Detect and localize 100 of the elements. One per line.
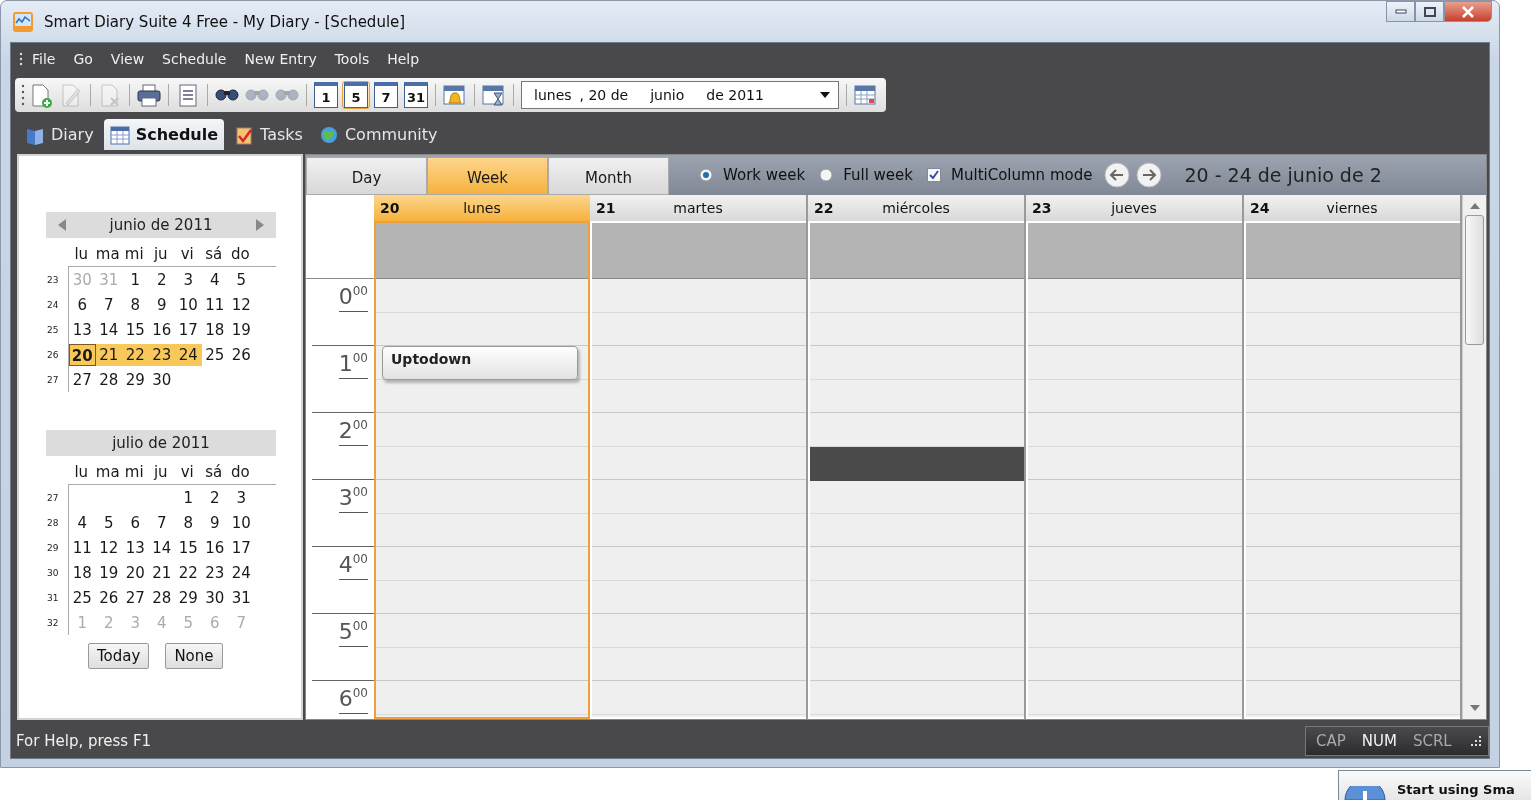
calendar-day[interactable]: 5 <box>228 268 255 291</box>
forward-arrow-button[interactable] <box>1136 162 1163 188</box>
day-header[interactable]: 23 jueves <box>1026 195 1242 221</box>
calendar-day[interactable]: 8 <box>122 293 149 316</box>
tab[interactable]: Schedule <box>103 119 225 150</box>
calendar-day[interactable]: 17 <box>228 536 255 559</box>
option-label[interactable]: Work week <box>723 166 806 184</box>
calendar-day[interactable]: 6 <box>122 511 149 534</box>
calendar-day[interactable]: 14 <box>95 318 122 341</box>
calendar-day[interactable]: 18 <box>201 318 228 341</box>
calendar-day[interactable]: 18 <box>69 561 96 584</box>
calendar-day[interactable]: 12 <box>228 293 255 316</box>
view-tab[interactable]: Month <box>548 157 669 195</box>
maximize-button[interactable] <box>1415 1 1444 22</box>
calendar-day[interactable]: 2 <box>201 486 228 509</box>
calendar-day[interactable]: 20 <box>122 561 149 584</box>
calendar-day[interactable]: 31 <box>228 586 255 609</box>
menu-item[interactable]: Go <box>64 51 102 67</box>
calendar-day[interactable]: 23 <box>148 343 175 366</box>
calendar-day[interactable]: 12 <box>95 536 122 559</box>
menu-item[interactable]: File <box>23 51 65 67</box>
radio-button[interactable] <box>699 168 713 182</box>
calendar-day[interactable]: 28 <box>95 368 122 391</box>
calendar-day[interactable]: 29 <box>122 368 149 391</box>
toolbar-button[interactable] <box>135 81 163 109</box>
calendar-day[interactable]: 13 <box>69 318 96 341</box>
date-picker[interactable]: lunes , 20 de junio de 2011 <box>521 81 839 109</box>
calendar-view-button[interactable]: 5 <box>342 81 370 109</box>
tab[interactable]: Diary <box>19 119 100 150</box>
calendar-day[interactable]: 27 <box>122 586 149 609</box>
option-label[interactable]: Full week <box>843 166 913 184</box>
calendar-day[interactable]: 26 <box>95 586 122 609</box>
calendar-day[interactable]: 4 <box>69 511 96 534</box>
scrollbar[interactable] <box>1462 195 1486 719</box>
calendar-day[interactable]: 28 <box>148 586 175 609</box>
calendar-view-button[interactable]: 31 <box>402 81 430 109</box>
calendar-day[interactable]: 21 <box>148 561 175 584</box>
checkbox[interactable] <box>927 168 941 182</box>
calendar-day[interactable]: 1 <box>175 486 202 509</box>
calendar-day[interactable]: 16 <box>148 318 175 341</box>
calendar-day[interactable]: 16 <box>201 536 228 559</box>
menu-item[interactable]: New Entry <box>235 51 326 67</box>
calendar-day[interactable]: 9 <box>148 293 175 316</box>
calendar-day[interactable]: 27 <box>69 368 96 391</box>
previous-month-icon[interactable] <box>58 219 66 231</box>
calendar-day[interactable]: 29 <box>175 586 202 609</box>
calendar-day[interactable]: 7 <box>95 293 122 316</box>
calendar-day[interactable]: 9 <box>201 511 228 534</box>
menu-item[interactable]: Help <box>378 51 429 67</box>
menu-item[interactable]: Schedule <box>153 51 236 67</box>
calendar-day[interactable]: 25 <box>201 343 228 366</box>
today-button[interactable]: Today <box>88 643 150 669</box>
calendar-day[interactable]: 24 <box>228 561 255 584</box>
calendar-day[interactable]: 10 <box>228 511 255 534</box>
view-tab[interactable]: Week <box>427 157 548 195</box>
calendar-view-button[interactable]: 7 <box>372 81 400 109</box>
back-arrow-button[interactable] <box>1104 162 1131 188</box>
calendar-day[interactable]: 22 <box>122 343 149 366</box>
view-tab[interactable]: Day <box>306 157 427 195</box>
menu-item[interactable]: View <box>101 51 154 67</box>
calendar-day[interactable]: 15 <box>122 318 149 341</box>
close-button[interactable] <box>1444 1 1492 22</box>
day-header[interactable]: 21 martes <box>590 195 806 221</box>
event-card[interactable]: Uptodown <box>382 346 578 380</box>
option-label[interactable]: MultiColumn mode <box>951 166 1093 184</box>
tab[interactable]: Community <box>312 119 444 150</box>
day-header[interactable]: 20 lunes <box>374 195 590 221</box>
calendar-day[interactable]: 7 <box>148 511 175 534</box>
day-header[interactable]: 24 viernes <box>1244 195 1460 221</box>
scrollbar-thumb[interactable] <box>1465 215 1484 345</box>
calendar-day[interactable]: 24 <box>175 343 202 366</box>
calendar-day[interactable]: 4 <box>201 268 228 291</box>
calendar-day[interactable]: 10 <box>175 293 202 316</box>
calendar-day[interactable]: 20 <box>69 343 96 366</box>
day-header[interactable]: 22 miércoles <box>808 195 1024 221</box>
calendar-view-button[interactable]: 1 <box>312 81 340 109</box>
calendar-day[interactable]: 25 <box>69 586 96 609</box>
none-button[interactable]: None <box>165 643 223 669</box>
calendar-day[interactable]: 2 <box>148 268 175 291</box>
calendar-day[interactable]: 23 <box>201 561 228 584</box>
calendar-day[interactable]: 8 <box>175 511 202 534</box>
calendar-day[interactable]: 30 <box>148 368 175 391</box>
next-month-icon[interactable] <box>256 219 264 231</box>
calendar-day[interactable]: 11 <box>201 293 228 316</box>
calendar-day[interactable]: 5 <box>95 511 122 534</box>
calendar-day[interactable]: 19 <box>228 318 255 341</box>
tab[interactable]: Tasks <box>228 119 309 150</box>
calendar-day[interactable]: 14 <box>148 536 175 559</box>
calendar-day[interactable]: 30 <box>201 586 228 609</box>
calendar-day[interactable]: 26 <box>228 343 255 366</box>
menu-item[interactable]: Tools <box>325 51 379 67</box>
calendar-day[interactable]: 6 <box>69 293 96 316</box>
calendar-day[interactable]: 3 <box>228 486 255 509</box>
radio-button[interactable] <box>819 168 834 182</box>
calendar-day[interactable]: 3 <box>175 268 202 291</box>
calendar-day[interactable]: 21 <box>95 343 122 366</box>
calendar-day[interactable]: 15 <box>175 536 202 559</box>
calendar-day[interactable]: 11 <box>69 536 96 559</box>
calendar-day[interactable]: 19 <box>95 561 122 584</box>
busy-block[interactable] <box>810 446 1024 481</box>
